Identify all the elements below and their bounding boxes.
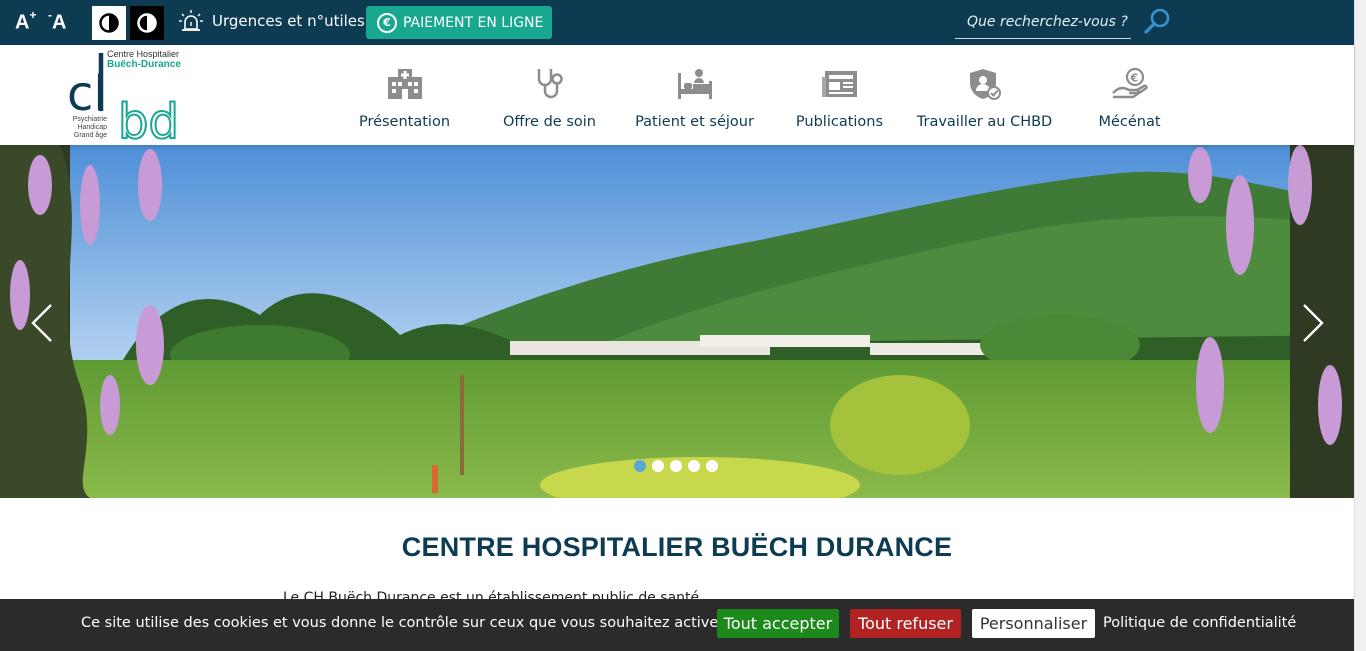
logo-letters-light: bd bbox=[118, 94, 179, 143]
slider-dot[interactable] bbox=[652, 460, 664, 472]
top-bar: A+ -A Urgences et n°utiles € PAIEMENT EN… bbox=[0, 0, 1354, 45]
logo-tagline-3: Grand âge bbox=[73, 132, 107, 139]
font-decrease-button[interactable]: -A bbox=[48, 8, 67, 35]
logo-tagline: Psychiatrie Handicap Grand âge bbox=[69, 116, 107, 140]
svg-text:€: € bbox=[1130, 72, 1139, 85]
font-increase-glyph: A bbox=[15, 11, 30, 34]
slider-next-button[interactable] bbox=[1298, 301, 1328, 345]
privacy-policy-link[interactable]: Politique de confidentialité bbox=[1103, 615, 1296, 631]
nav-item-travailler[interactable]: Travailler au CHBD bbox=[912, 45, 1057, 145]
nav-item-publications[interactable]: Publications bbox=[767, 45, 912, 145]
contrast-dark-button[interactable] bbox=[130, 6, 164, 40]
nav-item-offre-de-soin[interactable]: Offre de soin bbox=[477, 45, 622, 145]
search-icon bbox=[1144, 8, 1170, 34]
cookie-message: Ce site utilise des cookies et vous donn… bbox=[81, 615, 725, 631]
urgences-label: Urgences et n°utiles bbox=[212, 12, 365, 30]
cookie-banner: Ce site utilise des cookies et vous donn… bbox=[0, 599, 1354, 651]
online-payment-label: PAIEMENT EN LIGNE bbox=[403, 14, 544, 31]
contrast-light-button[interactable] bbox=[92, 6, 126, 40]
contrast-icon bbox=[99, 13, 119, 33]
chbd-logo[interactable]: cl bd Centre Hospitalier Buëch-Durance P… bbox=[65, 47, 190, 143]
hospital-icon bbox=[388, 69, 422, 99]
nav-item-mecenat[interactable]: € Mécénat bbox=[1057, 45, 1202, 145]
page-scrollbar[interactable] bbox=[1354, 0, 1366, 651]
chevron-left-icon bbox=[31, 304, 52, 342]
nav-item-presentation[interactable]: Présentation bbox=[332, 45, 477, 145]
contrast-icon bbox=[137, 13, 157, 33]
logo-tagline-2: Handicap bbox=[77, 124, 107, 131]
slider-dot[interactable] bbox=[670, 460, 682, 472]
logo-line1: Centre Hospitalier bbox=[107, 49, 180, 59]
siren-icon bbox=[179, 10, 203, 31]
nav-label: Offre de soin bbox=[503, 114, 596, 130]
nav-label: Publications bbox=[795, 114, 884, 130]
main-nav: Présentation Offre de soin Patient et sé… bbox=[332, 45, 1202, 145]
logo-tagline-1: Psychiatrie bbox=[72, 116, 107, 123]
slider-dot[interactable] bbox=[706, 460, 718, 472]
nav-label: Mécénat bbox=[1098, 114, 1161, 130]
accept-all-button[interactable]: Tout accepter bbox=[717, 609, 839, 638]
stethoscope-icon bbox=[537, 69, 563, 99]
font-increase-sup: + bbox=[29, 8, 37, 22]
online-payment-button[interactable]: € PAIEMENT EN LIGNE bbox=[366, 6, 552, 39]
search-input[interactable] bbox=[955, 7, 1131, 37]
search-field bbox=[955, 7, 1131, 39]
page-title: CENTRE HOSPITALIER BUËCH DURANCE bbox=[401, 532, 953, 562]
slider-dot[interactable] bbox=[688, 460, 700, 472]
donation-hand-icon: € bbox=[1112, 67, 1148, 99]
newspaper-icon bbox=[822, 71, 857, 97]
main-header: cl bd Centre Hospitalier Buëch-Durance P… bbox=[0, 45, 1354, 145]
hero-slider bbox=[0, 145, 1354, 498]
slider-prev-button[interactable] bbox=[27, 301, 57, 345]
bed-icon bbox=[678, 69, 712, 99]
shield-doctor-icon bbox=[970, 69, 1001, 100]
chevron-right-icon bbox=[1303, 304, 1324, 342]
refuse-all-button[interactable]: Tout refuser bbox=[850, 609, 961, 638]
urgences-link[interactable]: Urgences et n°utiles bbox=[178, 8, 365, 34]
slider-dot[interactable] bbox=[634, 460, 646, 472]
nav-label: Présentation bbox=[358, 114, 451, 130]
customize-button[interactable]: Personnaliser bbox=[972, 609, 1095, 638]
slider-dots bbox=[634, 460, 718, 472]
font-increase-button[interactable]: A+ bbox=[15, 8, 37, 35]
font-decrease-glyph: A bbox=[52, 11, 67, 34]
nav-label: Travailler au CHBD bbox=[916, 114, 1053, 130]
nav-item-patient-et-sejour[interactable]: Patient et séjour bbox=[622, 45, 767, 145]
hero-image bbox=[0, 145, 1354, 498]
nav-label: Patient et séjour bbox=[635, 114, 754, 130]
search-button[interactable] bbox=[1142, 7, 1172, 37]
font-decrease-sup: - bbox=[48, 8, 52, 22]
euro-icon: € bbox=[377, 12, 397, 33]
logo-line2: Buëch-Durance bbox=[107, 59, 181, 70]
